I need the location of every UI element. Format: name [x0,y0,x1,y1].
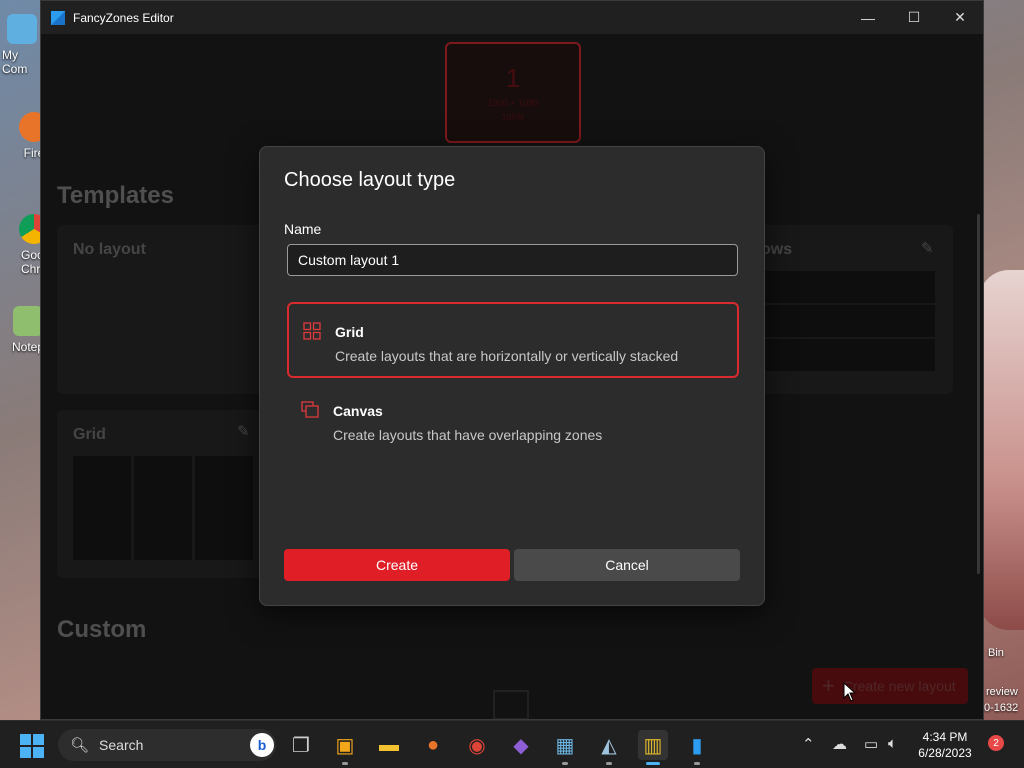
windows-logo-icon [20,747,31,758]
wallpaper-decoration [979,270,1024,630]
cloud-offline-icon[interactable]: ☁ [832,735,847,753]
powertoys-icon[interactable]: ▥ [638,730,668,765]
close-button[interactable]: ✕ [937,1,983,34]
layout-name-input[interactable] [287,244,738,276]
watermark-text: 0-1632 [984,702,1019,714]
control-panel-icon[interactable]: ▦ [550,730,580,765]
dialog-title: Choose layout type [284,169,456,191]
running-indicator [342,762,348,765]
window-title: FancyZones Editor [73,10,174,25]
cancel-button[interactable]: Cancel [514,549,740,581]
minimize-button[interactable]: — [845,1,891,34]
search-icon: 🔍︎ [70,737,90,754]
notepad-icon [13,306,43,336]
fancyzones-taskbar-icon[interactable]: ▮ [682,730,712,765]
grid-option-description: Create layouts that are horizontally or … [335,348,679,364]
chrome-icon[interactable]: ◉ [462,730,492,760]
clock[interactable]: 4:34 PM 6/28/2023 [910,729,980,761]
grid-option[interactable]: Grid Create layouts that are horizontall… [287,302,739,378]
windows-logo-icon [20,734,31,745]
watermark-text: review [986,686,1018,698]
bing-icon[interactable]: b [250,733,274,757]
clock-time: 4:34 PM [922,730,968,744]
start-button[interactable] [20,734,44,758]
notification-badge[interactable]: 2 [988,735,1004,751]
title-bar[interactable]: FancyZones Editor — ☐ ✕ [41,1,983,34]
volume-icon[interactable]: 🔈︎ [888,735,897,752]
visual-studio-icon[interactable]: ◆ [506,730,536,760]
running-indicator [694,762,700,765]
canvas-icon [301,401,319,418]
canvas-option-name: Canvas [333,403,383,419]
chevron-up-icon[interactable]: ⌃ [802,735,815,753]
file-explorer-icon[interactable]: ▬ [374,730,404,760]
network-icon[interactable]: ▭ [864,735,878,753]
computer-icon [7,14,37,44]
maximize-button[interactable]: ☐ [891,1,937,34]
window-controls: — ☐ ✕ [845,1,983,34]
taskbar-search[interactable]: 🔍︎ Search [58,729,276,761]
search-label: Search [99,737,144,753]
canvas-option-description: Create layouts that have overlapping zon… [333,427,603,443]
running-indicator [562,762,568,765]
performance-monitor-icon[interactable]: ◭ [594,730,624,765]
taskbar: 🔍︎ Search b ❐ ▣ ▬ ● ◉ ◆ ▦ ◭ ▥ ▮ ⌃ ☁ ▭ 🔈︎… [0,720,1024,768]
mouse-cursor-icon [843,682,857,702]
create-button[interactable]: Create [284,549,510,581]
desktop-icon-my-computer[interactable]: My Com [2,14,42,76]
clock-date: 6/28/2023 [918,746,972,760]
store-icon[interactable]: ▣ [330,730,360,765]
grid-icon [303,322,321,340]
running-indicator [606,762,612,765]
firefox-icon[interactable]: ● [418,730,448,760]
recycle-bin-label: Bin [988,647,1004,659]
desktop-icon-label: My Com [2,48,28,76]
grid-option-name: Grid [335,324,364,340]
choose-layout-type-dialog: Choose layout type Name Grid Create layo… [259,146,765,606]
canvas-option[interactable]: Canvas Create layouts that have overlapp… [287,383,739,459]
task-view-icon[interactable]: ❐ [286,730,316,760]
windows-logo-icon [33,747,44,758]
fancyzones-logo-icon [51,10,65,25]
windows-logo-icon [33,734,44,745]
name-label: Name [284,221,322,237]
running-indicator [646,762,660,765]
